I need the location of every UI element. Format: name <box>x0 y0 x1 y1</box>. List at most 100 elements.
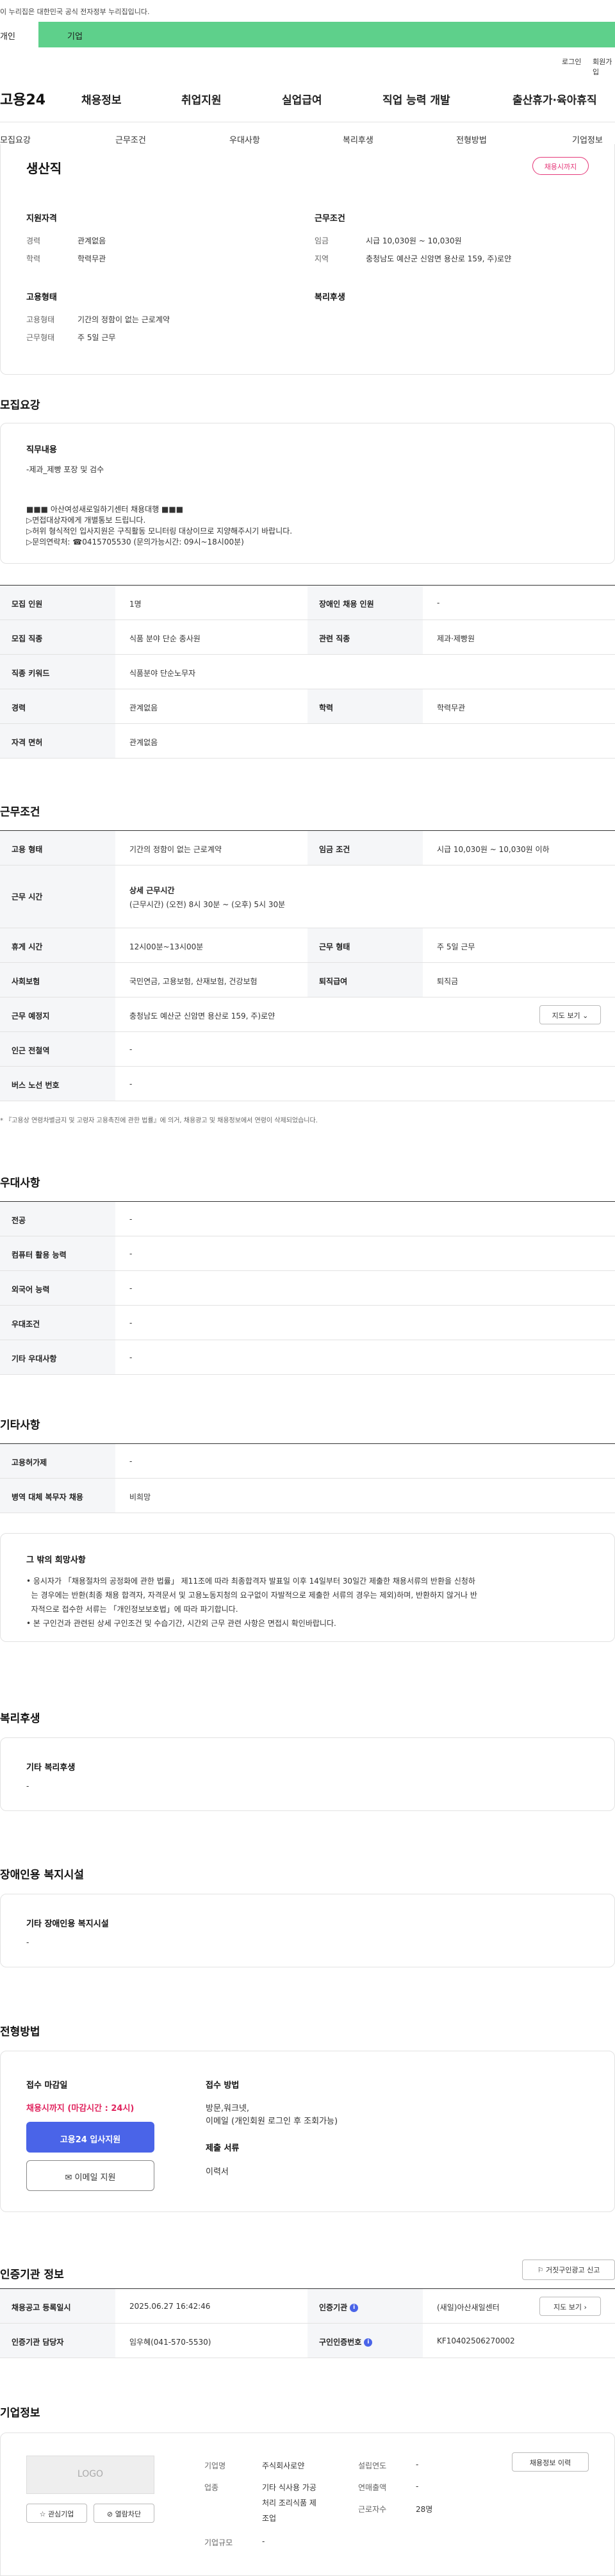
cell-value: 1명 <box>129 600 142 609</box>
map-view-button[interactable]: 지도 보기 ⌄ <box>539 1005 601 1024</box>
agency-heading: 인증기관 정보 <box>0 2268 64 2281</box>
other-requests-line: 는 경우에는 반환(최종 채용 합격자, 자격문서 및 고용노동지청의 요구없이… <box>26 1591 477 1600</box>
cell-header: 고용허가제 <box>0 1444 115 1478</box>
etc-heading: 기타사항 <box>0 1419 40 1432</box>
work-table: 고용 형태 기간의 정함이 없는 근로계약 임금 조건 시급 10,030원 ~… <box>0 830 615 1101</box>
report-icon: ⚐ <box>537 2266 544 2274</box>
welfare-box: 기타 복리후생 - <box>0 1737 615 1811</box>
agency-table: 채용공고 등록일시 2025.06.27 16:42:46 인증기관 i (새일)… <box>0 2288 615 2358</box>
cell-header: 관련 직종 <box>308 620 423 654</box>
qualification-heading: 지원자격 <box>26 214 57 224</box>
block-view-button[interactable]: ⊘ 열람차단 <box>94 2504 154 2523</box>
cell-header: 인근 전철역 <box>0 1032 115 1066</box>
emp-type-label: 고용형태 <box>26 315 55 324</box>
info-icon[interactable]: i <box>350 2304 359 2312</box>
deadline-value: 채용시까지 (마감시간 : 24시) <box>26 2104 135 2113</box>
process-heading: 전형방법 <box>0 2026 40 2039</box>
cell-header: 학력 <box>308 689 423 723</box>
cell-header: 고용 형태 <box>0 831 115 865</box>
recruit-heading: 모집요강 <box>0 399 40 412</box>
cell-value: - <box>129 1457 133 1466</box>
cell-value: - <box>129 1045 133 1054</box>
cell-value: 2025.06.27 16:42:46 <box>129 2302 211 2311</box>
gnb-skill-development[interactable]: 직업 능력 개발 <box>382 91 450 107</box>
job-title: 생산직 <box>26 161 62 176</box>
job-history-button[interactable]: 채용정보 이력 <box>512 2452 589 2472</box>
revenue-value: - <box>416 2482 419 2491</box>
cell-header: 근무 예정지 <box>0 997 115 1031</box>
career-value: 관계없음 <box>78 236 106 245</box>
cell-value: 식품 분야 단순 종사원 <box>129 634 201 643</box>
cell-header: 외국어 능력 <box>0 1271 115 1305</box>
table-row: 전공 - <box>0 1202 615 1236</box>
table-row: 외국어 능력 - <box>0 1271 615 1306</box>
welfare-heading: 복리후생 <box>315 293 345 302</box>
gnb-employment-support[interactable]: 취업지원 <box>181 91 222 107</box>
cell-value: - <box>129 1318 133 1327</box>
area-value: 충청남도 예산군 신암면 용산로 159, 주)로얀 <box>366 254 512 263</box>
work-heading: 근무조건 <box>0 806 40 819</box>
cell-header: 기타 우대사항 <box>0 1340 115 1374</box>
employees-label: 근로자수 <box>358 2505 387 2514</box>
tab-corp[interactable]: 기업 <box>67 29 83 42</box>
interest-company-button[interactable]: ☆ 관심기업 <box>26 2504 87 2523</box>
disability-box-title: 기타 장애인용 복지시설 <box>26 1919 109 1929</box>
docs-value: 이력서 <box>206 2167 229 2177</box>
star-icon: ☆ <box>39 2510 46 2518</box>
table-row: 채용공고 등록일시 2025.06.27 16:42:46 인증기관 i (새일)… <box>0 2289 615 2324</box>
cell-header: 컴퓨터 활용 능력 <box>0 1236 115 1270</box>
other-requests-line: • 본 구인건과 관련된 상세 구인조건 및 수습기간, 시간외 근무 관련 사… <box>26 1619 336 1628</box>
table-row: 병역 대체 복무자 채용 비희망 <box>0 1479 615 1513</box>
cell-header: 자격 면허 <box>0 724 115 758</box>
age-notice: * 『고용상 연령차별금지 및 고령자 고용촉진에 관한 법률』에 의거, 채용… <box>0 1117 318 1124</box>
apply-button[interactable]: 고용24 입사지원 <box>26 2122 154 2153</box>
welfare-section-heading: 복리후생 <box>0 1712 40 1725</box>
duty-line: ▷문의연락처: ☎0415705530 (문의가능시간: 09시~18시00분) <box>26 537 244 546</box>
revenue-label: 연매출액 <box>358 2483 387 2492</box>
pref-table: 전공 - 컴퓨터 활용 능력 - 외국어 능력 - 우대조건 - 기타 우대사항 - <box>0 1201 615 1375</box>
conditions-heading: 근무조건 <box>315 214 345 224</box>
site-logo[interactable]: 고용24 <box>0 88 45 109</box>
agency-map-button[interactable]: 지도 보기 › <box>539 2297 601 2316</box>
table-row: 근무 시간 상세 근무시간 (근무시간) (오전) 8시 30분 ~ (오후) … <box>0 866 615 928</box>
cell-value: - <box>129 1079 133 1088</box>
cell-header: 모집 직종 <box>0 620 115 654</box>
company-logo-placeholder: LOGO <box>26 2456 154 2494</box>
cell-value: 관계없음 <box>129 738 158 747</box>
cell-header: 장애인 채용 인원 <box>308 586 423 619</box>
summary-card: 생산직 채용시까지 지원자격 경력 관계없음 학력 학력무관 근무조건 임금 시… <box>0 144 615 375</box>
docs-label: 제출 서류 <box>206 2144 240 2153</box>
tab-personal[interactable]: 개인 <box>0 22 38 47</box>
company-name-label: 기업명 <box>204 2461 226 2470</box>
emp-type-value: 기간의 정함이 없는 근로계약 <box>78 315 170 324</box>
cell-value: 비희망 <box>129 1493 151 1502</box>
cell-header: 채용공고 등록일시 <box>0 2289 115 2323</box>
login-link[interactable]: 로그인 <box>562 56 581 67</box>
cell-value: - <box>437 598 440 607</box>
cell-header: 병역 대체 복무자 채용 <box>0 1479 115 1513</box>
duty-line: ▷면접대상자에게 개별통보 드립니다. <box>26 516 146 525</box>
gnb-jobs[interactable]: 채용정보 <box>81 91 122 107</box>
report-fake-ad-button[interactable]: ⚐ 거짓구인광고 신고 <box>522 2260 615 2280</box>
email-apply-button[interactable]: ✉ 이메일 지원 <box>26 2160 154 2191</box>
company-name-value: 주식회사로얀 <box>262 2461 305 2470</box>
info-icon[interactable]: i <box>364 2338 373 2347</box>
cell-value: KF10402506270002 <box>437 2336 515 2345</box>
cell-header: 버스 노선 번호 <box>0 1067 115 1101</box>
edu-value: 학력무관 <box>78 254 106 263</box>
gnb-unemployment-benefit[interactable]: 실업급여 <box>282 91 322 107</box>
cell-value: - <box>129 1353 133 1362</box>
table-row: 인근 전철역 - <box>0 1032 615 1067</box>
industry-line: 처리 조리식품 제 <box>262 2498 316 2507</box>
join-link[interactable]: 회원가입 <box>593 56 615 77</box>
cell-header: 퇴직급여 <box>308 963 423 997</box>
disability-box-value: - <box>26 1938 29 1947</box>
table-row: 기타 우대사항 - <box>0 1340 615 1375</box>
gnb-parental-leave[interactable]: 출산휴가·육아휴직 <box>512 91 597 107</box>
work-form-value: 주 5일 근무 <box>78 333 116 342</box>
welfare-box-title: 기타 복리후생 <box>26 1763 76 1773</box>
cell-header: 구인인증번호 i <box>308 2324 423 2358</box>
cell-value: 제과·제빵원 <box>437 634 475 643</box>
duty-line: ■■■ 아산여성새로일하기센터 채용대행 ■■■ <box>26 505 184 514</box>
career-label: 경력 <box>26 236 41 245</box>
